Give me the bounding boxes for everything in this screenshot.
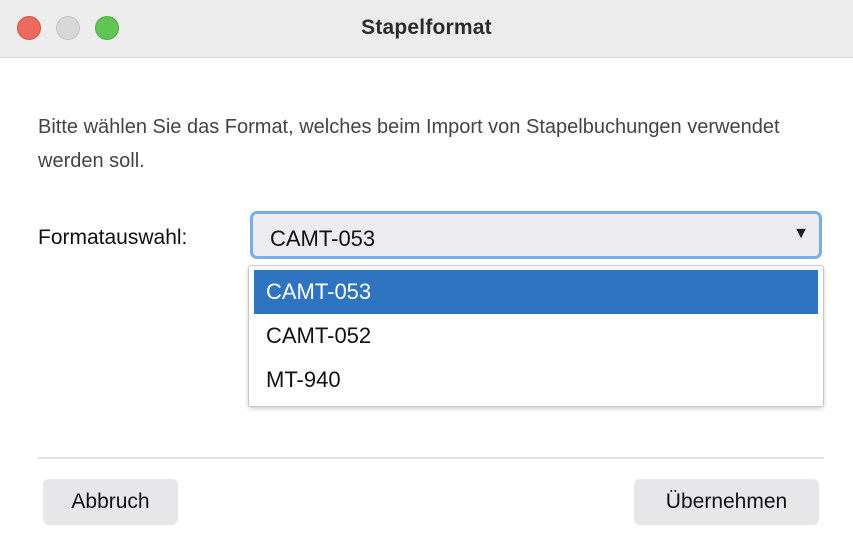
format-selection-label: Formatauswahl:	[38, 226, 188, 249]
title-bar: Stapelformat	[0, 0, 853, 58]
window-title: Stapelformat	[361, 16, 492, 39]
dropdown-arrow-icon: ▼	[793, 225, 809, 242]
format-option-camt-052[interactable]: CAMT-052	[254, 314, 818, 358]
format-select[interactable]: CAMT-053 ▼	[250, 211, 822, 259]
cancel-button[interactable]: Abbruch	[43, 479, 178, 525]
dialog-window: Stapelformat Bitte wählen Sie das Format…	[0, 0, 853, 558]
divider	[38, 457, 824, 459]
apply-button[interactable]: Übernehmen	[634, 479, 819, 525]
format-select-value: CAMT-053	[270, 226, 376, 251]
format-option-mt-940[interactable]: MT-940	[254, 358, 818, 402]
format-dropdown-list: CAMT-053 CAMT-052 MT-940	[248, 265, 824, 407]
instruction-text: Bitte wählen Sie das Format, welches bei…	[38, 116, 780, 172]
format-option-camt-053[interactable]: CAMT-053	[254, 270, 818, 314]
